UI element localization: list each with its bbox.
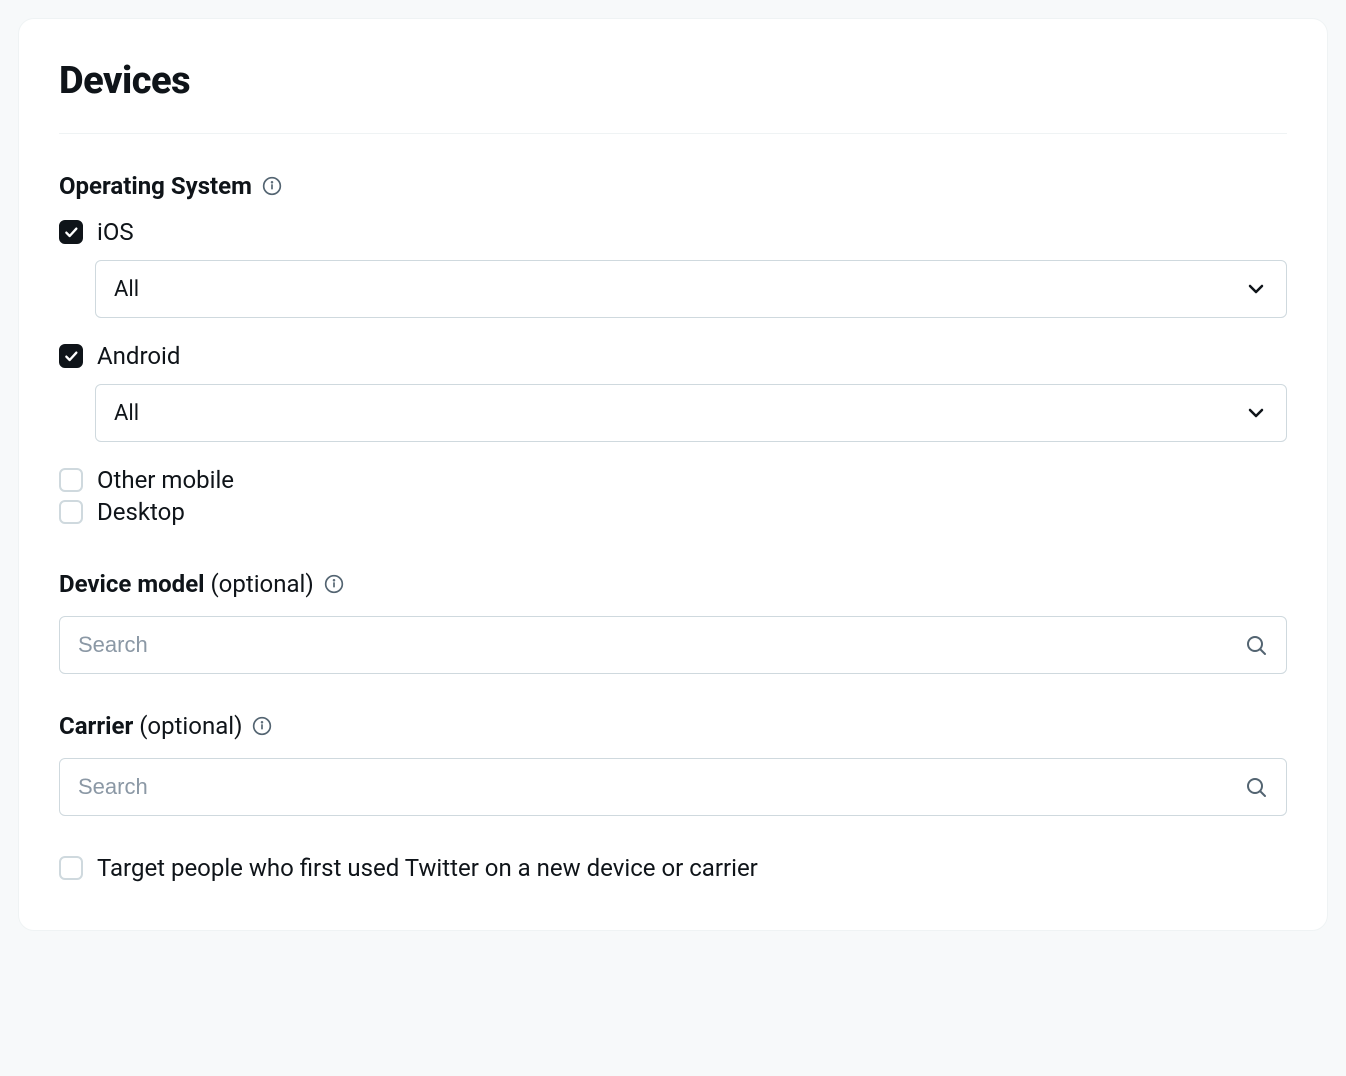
carrier-search[interactable]	[59, 758, 1287, 816]
info-icon[interactable]	[262, 176, 282, 196]
search-icon	[1244, 775, 1268, 799]
os-label-other-mobile: Other mobile	[97, 466, 234, 494]
carrier-label: Carrier (optional)	[59, 712, 1287, 740]
device-model-optional: (optional)	[210, 570, 313, 598]
os-label-ios: iOS	[97, 218, 134, 246]
search-icon	[1244, 633, 1268, 657]
chevron-down-icon	[1244, 277, 1268, 301]
device-model-search-input[interactable]	[78, 632, 1244, 658]
device-model-label: Device model (optional)	[59, 570, 1287, 598]
carrier-label-text: Carrier	[59, 712, 133, 740]
carrier-optional: (optional)	[139, 712, 242, 740]
ios-version-select[interactable]: All	[95, 260, 1287, 318]
info-icon[interactable]	[252, 716, 272, 736]
android-version-select[interactable]: All	[95, 384, 1287, 442]
ios-version-value: All	[114, 277, 139, 302]
os-label-desktop: Desktop	[97, 498, 185, 526]
chevron-down-icon	[1244, 401, 1268, 425]
divider	[59, 133, 1287, 134]
checkbox-desktop[interactable]	[59, 500, 83, 524]
android-version-value: All	[114, 401, 139, 426]
check-icon	[63, 348, 79, 364]
checkbox-target-new[interactable]	[59, 856, 83, 880]
info-icon[interactable]	[324, 574, 344, 594]
target-new-label: Target people who first used Twitter on …	[97, 854, 758, 882]
os-option-desktop: Desktop	[59, 498, 1287, 526]
os-label-android: Android	[97, 342, 180, 370]
checkbox-android[interactable]	[59, 344, 83, 368]
target-new-device-row: Target people who first used Twitter on …	[59, 854, 1287, 882]
operating-system-label: Operating System	[59, 172, 1287, 200]
os-option-ios: iOS	[59, 218, 1287, 246]
carrier-search-input[interactable]	[78, 774, 1244, 800]
check-icon	[63, 224, 79, 240]
devices-card: Devices Operating System iOS All A	[18, 18, 1328, 931]
os-option-other-mobile: Other mobile	[59, 466, 1287, 494]
checkbox-other-mobile[interactable]	[59, 468, 83, 492]
checkbox-ios[interactable]	[59, 220, 83, 244]
operating-system-label-text: Operating System	[59, 172, 252, 200]
device-model-label-text: Device model	[59, 570, 205, 598]
os-option-android: Android	[59, 342, 1287, 370]
device-model-search[interactable]	[59, 616, 1287, 674]
page-title: Devices	[59, 59, 1287, 103]
